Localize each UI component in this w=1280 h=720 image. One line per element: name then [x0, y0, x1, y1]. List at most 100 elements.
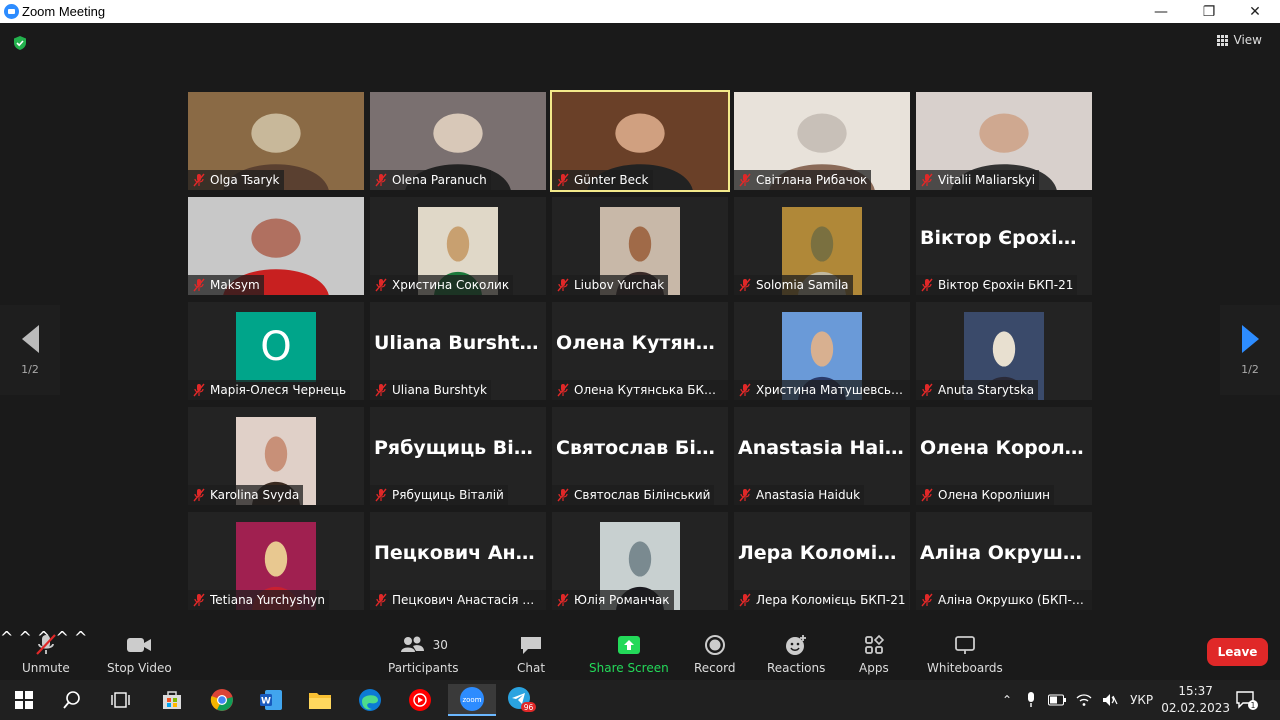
muted-mic-icon [557, 593, 569, 607]
participant-tile[interactable]: Олена Кутянсь... Олена Кутянська БКП-21 [552, 302, 728, 400]
taskbar-youtube-music-app[interactable] [400, 684, 440, 716]
close-window-button[interactable]: ✕ [1232, 0, 1278, 23]
taskbar-search-button[interactable] [52, 684, 92, 716]
share-screen-button[interactable]: Share Screen [589, 633, 669, 675]
view-label: View [1233, 33, 1262, 47]
participant-name-label: Рябущиць Віталій [370, 485, 508, 505]
participant-tile[interactable]: Liubov Yurchak [552, 197, 728, 295]
participant-tile[interactable]: Олена Королі... Олена Королішин [916, 407, 1092, 505]
show-hidden-icons-chevron-icon[interactable]: ⌃ [1002, 693, 1012, 707]
participant-name-label: Світлана Рибачок [734, 170, 872, 190]
participant-tile[interactable]: Лера Коломієц... Лера Коломієць БКП-21 [734, 512, 910, 610]
reactions-options-caret[interactable]: ^ [74, 628, 87, 647]
input-language-indicator[interactable]: УКР [1130, 693, 1153, 707]
minimize-button[interactable]: — [1138, 0, 1184, 23]
participant-tile[interactable]: Рябущиць Віта... Рябущиць Віталій [370, 407, 546, 505]
participant-name: Лера Коломієць БКП-21 [756, 593, 906, 607]
windows-start-button[interactable] [4, 684, 44, 716]
encryption-shield-icon[interactable] [12, 35, 28, 51]
participant-tile[interactable]: Olena Paranuch [370, 92, 546, 190]
participant-name-label: Tetiana Yurchyshyn [188, 590, 329, 610]
speaker-volume-icon[interactable] [1102, 693, 1118, 707]
participant-name: Христина Матушевська (... [756, 383, 906, 397]
participant-name-label: Лера Коломієць БКП-21 [734, 590, 910, 610]
battery-icon[interactable] [1048, 694, 1067, 706]
record-icon [704, 635, 725, 655]
muted-mic-icon [921, 488, 933, 502]
participant-name-label: Христина Матушевська (... [734, 380, 910, 400]
participant-name: Tetiana Yurchyshyn [210, 593, 325, 607]
participant-tile[interactable]: Günter Beck [550, 90, 730, 192]
whiteboards-label: Whiteboards [927, 661, 1003, 675]
telegram-icon: 96 [508, 687, 536, 712]
audio-options-caret[interactable]: ^ [0, 628, 13, 647]
participant-name-label: Марія-Олеся Чернець [188, 380, 351, 400]
unmute-button[interactable]: Unmute [22, 633, 70, 675]
participant-tile[interactable]: Світлана Рибачок [734, 92, 910, 190]
participant-tile[interactable]: Maksym [188, 197, 364, 295]
wifi-icon[interactable] [1076, 693, 1092, 707]
taskbar-zoom-app[interactable]: zoom [448, 684, 496, 716]
taskbar-edge-app[interactable] [350, 684, 390, 716]
participant-name: Віктор Єрохін БКП-21 [938, 278, 1074, 292]
leave-button[interactable]: Leave [1207, 638, 1268, 666]
maximize-button[interactable]: ❐ [1186, 0, 1232, 23]
microphone-tray-icon[interactable] [1026, 692, 1036, 708]
windows-taskbar: W zoom 96 ⌃ УКР 15:37 02.02.2023 1 [0, 680, 1280, 720]
participants-button[interactable]: 30 Participants [388, 633, 459, 675]
participant-tile[interactable]: Solomia Samila [734, 197, 910, 295]
participant-name: Святослав Білінський [574, 488, 711, 502]
participant-tile[interactable]: Anuta Starytska [916, 302, 1092, 400]
taskbar-word-app[interactable]: W [251, 684, 291, 716]
taskbar-store-app[interactable] [152, 684, 192, 716]
muted-mic-icon [921, 278, 933, 292]
participant-name-label: Solomia Samila [734, 275, 853, 295]
taskbar-telegram-app[interactable]: 96 [501, 684, 541, 716]
participant-tile[interactable]: Karolina Svyda [188, 407, 364, 505]
muted-mic-icon [36, 634, 56, 655]
participant-tile[interactable]: Vitalii Maliarskyi [916, 92, 1092, 190]
microsoft-store-icon [163, 691, 181, 709]
stop-video-button[interactable]: Stop Video [107, 633, 172, 675]
participant-tile[interactable]: Anastasia Haiduk Anastasia Haiduk [734, 407, 910, 505]
participant-name: Марія-Олеся Чернець [210, 383, 347, 397]
reactions-button[interactable]: Reactions [767, 633, 825, 675]
participant-tile[interactable]: Святослав Білі... Святослав Білінський [552, 407, 728, 505]
participant-tile[interactable]: Uliana Burshtyk Uliana Burshtyk [370, 302, 546, 400]
participant-name: Olena Paranuch [392, 173, 487, 187]
participant-name: Пецкович Анастасія БК... [392, 593, 542, 607]
stop-video-label: Stop Video [107, 661, 172, 675]
participant-name-label: Vitalii Maliarskyi [916, 170, 1040, 190]
participant-tile[interactable]: Христина Соколик [370, 197, 546, 295]
previous-page-button[interactable]: 1/2 [0, 305, 60, 395]
apps-button[interactable]: Apps [859, 633, 889, 675]
record-button[interactable]: Record [694, 633, 735, 675]
muted-mic-icon [739, 173, 751, 187]
task-view-button[interactable] [100, 684, 140, 716]
chat-button[interactable]: Chat [517, 633, 545, 675]
whiteboards-button[interactable]: Whiteboards [927, 633, 1003, 675]
participant-name: Anuta Starytska [938, 383, 1035, 397]
grid-view-icon [1216, 34, 1228, 46]
notification-center-button[interactable]: 1 [1232, 684, 1262, 716]
participant-tile[interactable]: Христина Матушевська (... [734, 302, 910, 400]
participant-display-name: Олена Кутянсь... [556, 332, 728, 354]
participant-name-label: Olga Tsaryk [188, 170, 284, 190]
view-button[interactable]: View [1216, 33, 1262, 47]
next-page-button[interactable]: 1/2 [1220, 305, 1280, 395]
taskbar-chrome-app[interactable] [202, 684, 242, 716]
participant-display-name: Лера Коломієц... [738, 542, 910, 564]
taskbar-clock[interactable]: 15:37 02.02.2023 [1161, 683, 1230, 717]
participant-name: Олена Кутянська БКП-21 [574, 383, 724, 397]
participant-tile[interactable]: Пецкович Анас... Пецкович Анастасія БК... [370, 512, 546, 610]
participant-tile[interactable]: Аліна Окрушк... Аліна Окрушко (БКП-21) [916, 512, 1092, 610]
participant-tile[interactable]: Юлія Романчак [552, 512, 728, 610]
participant-tile[interactable]: O Марія-Олеся Чернець [188, 302, 364, 400]
zoom-icon-text: zoom [462, 696, 481, 704]
taskbar-file-explorer-app[interactable] [300, 684, 340, 716]
participant-tile[interactable]: Tetiana Yurchyshyn [188, 512, 364, 610]
participant-tile[interactable]: Olga Tsaryk [188, 92, 364, 190]
muted-mic-icon [739, 593, 751, 607]
participant-tile[interactable]: Віктор Єрохін... Віктор Єрохін БКП-21 [916, 197, 1092, 295]
participant-name-label: Юлія Романчак [552, 590, 674, 610]
